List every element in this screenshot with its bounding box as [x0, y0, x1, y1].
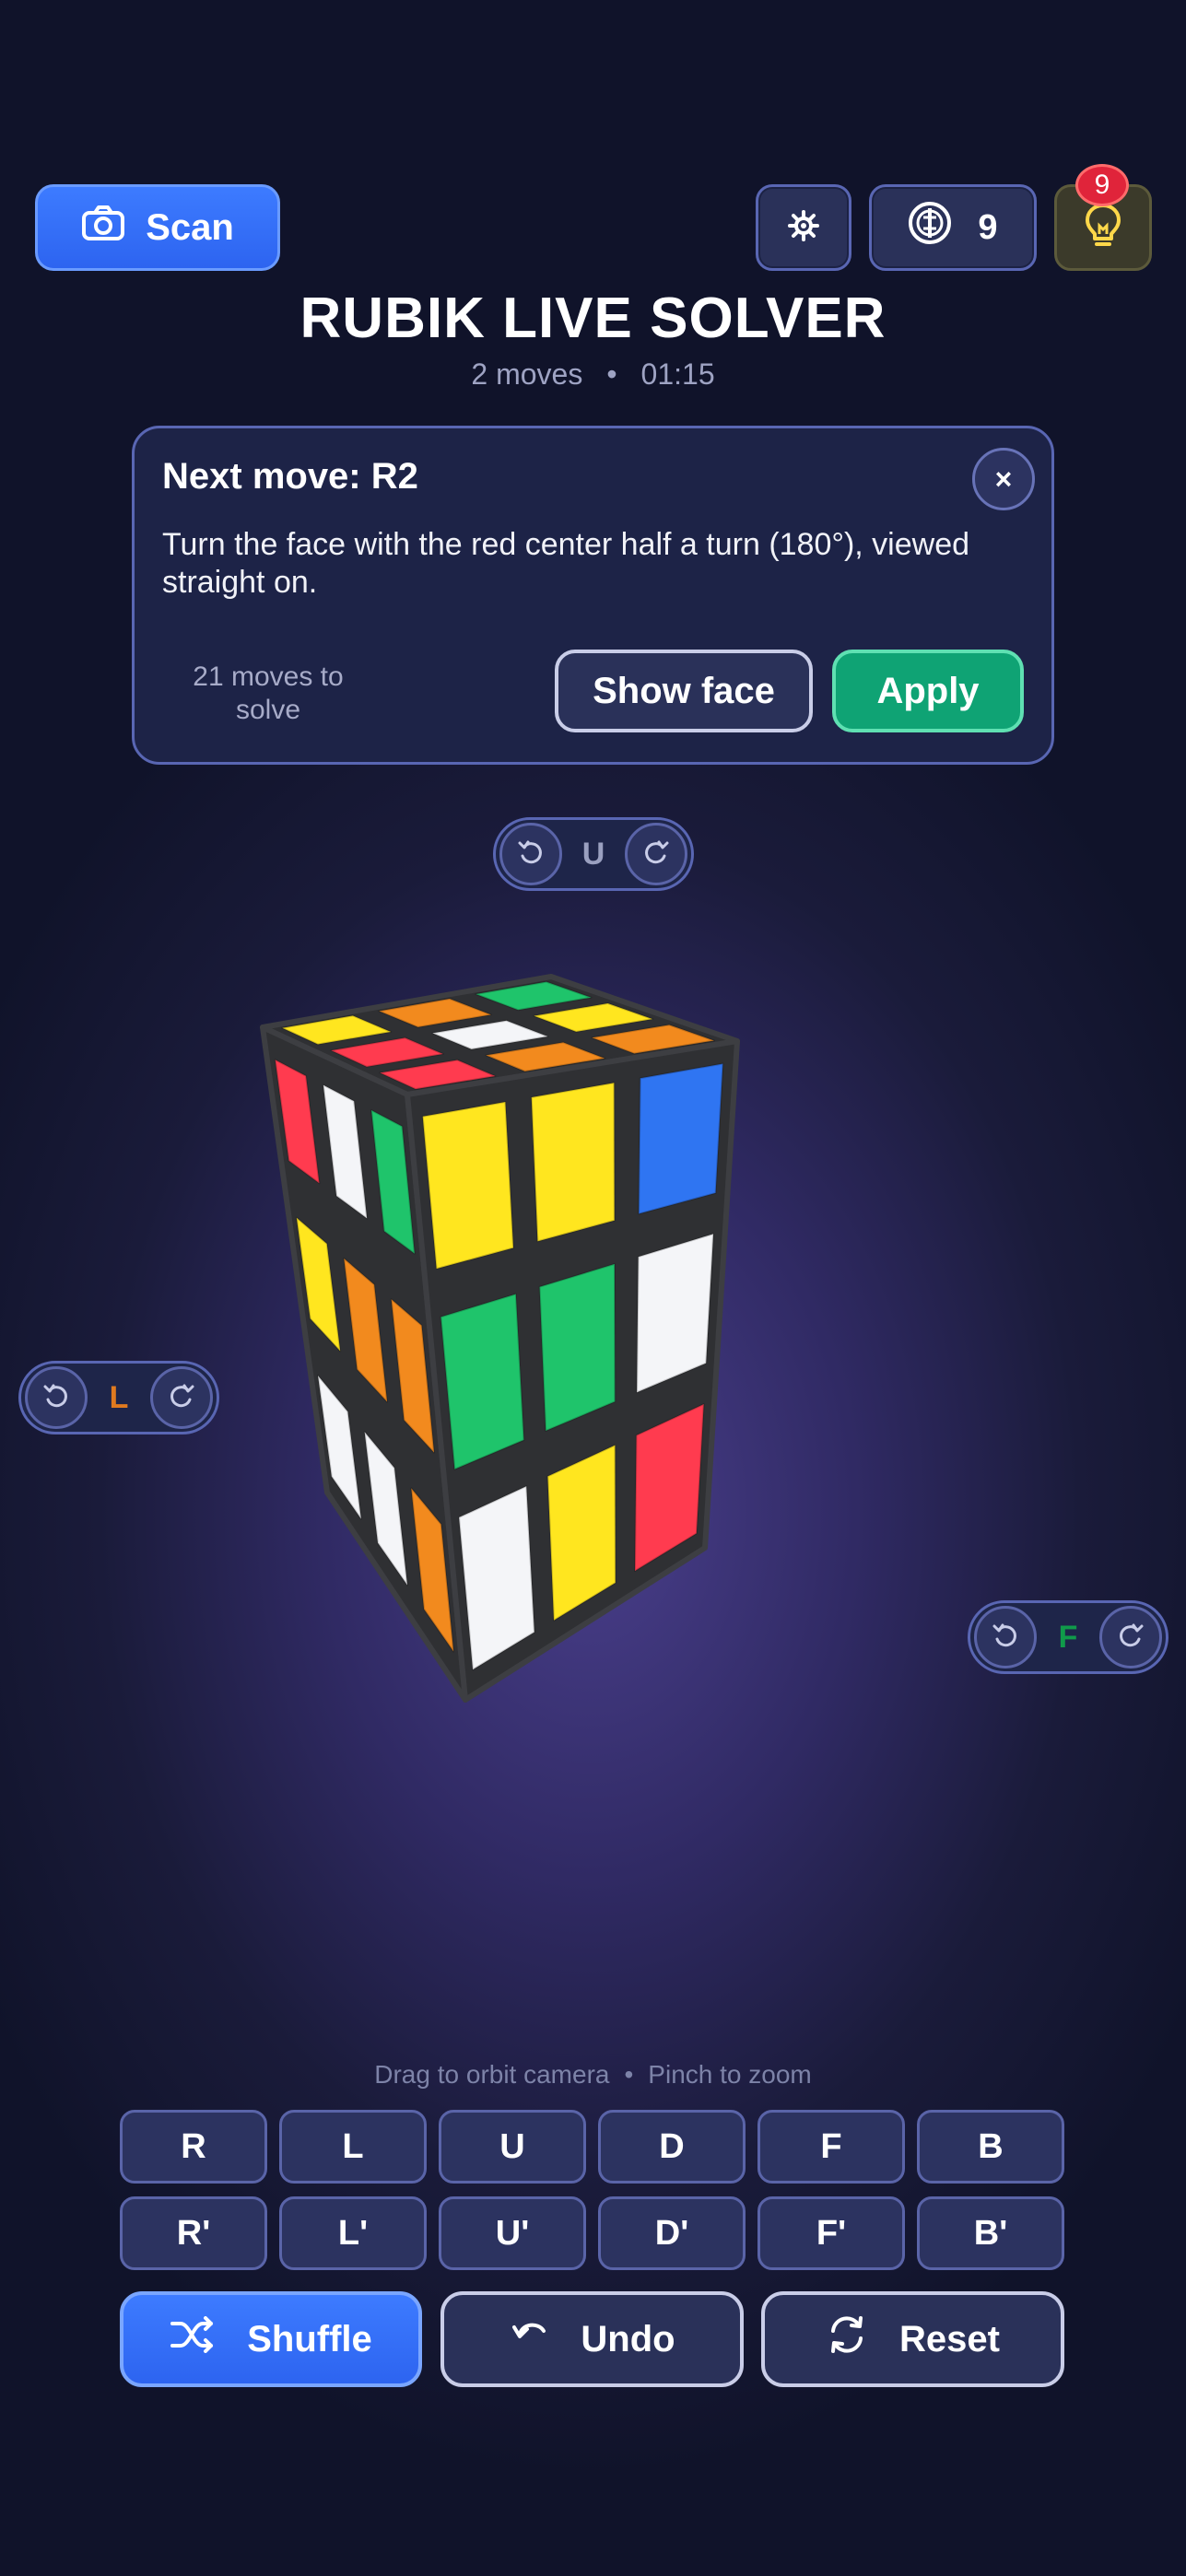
rotate-ccw-button[interactable]: [974, 1606, 1037, 1669]
rotate-cw-button[interactable]: [1099, 1606, 1162, 1669]
move-button-f-prime[interactable]: F': [757, 2196, 905, 2270]
move-count: 2 moves: [471, 357, 583, 391]
undo-icon: [509, 2316, 549, 2362]
reset-button[interactable]: Reset: [761, 2291, 1064, 2387]
rotate-ccw-icon: [42, 1382, 70, 1414]
rotate-cw-button[interactable]: [625, 823, 687, 885]
next-move-card: Next move: R2 × Turn the face with the r…: [132, 426, 1054, 765]
rubiks-cube[interactable]: [240, 958, 977, 1714]
reset-label: Reset: [899, 2318, 1000, 2359]
lightbulb-icon: [1083, 202, 1123, 254]
stats-separator: •: [606, 357, 617, 391]
coins-button[interactable]: 9: [869, 184, 1037, 271]
prime-move-buttons-row: R' L' U' D' F' B': [120, 2196, 1066, 2270]
front-face-label: F: [1058, 1619, 1078, 1655]
shuffle-label: Shuffle: [247, 2318, 372, 2359]
shuffle-button[interactable]: Shuffle: [120, 2291, 422, 2387]
move-button-l[interactable]: L: [279, 2110, 427, 2184]
scan-button[interactable]: Scan: [35, 184, 280, 271]
front-sticker-0-0: [421, 1101, 515, 1270]
show-face-button[interactable]: Show face: [555, 650, 813, 732]
close-button[interactable]: ×: [972, 448, 1035, 510]
moves-to-solve: 21 moves to solve: [193, 662, 344, 725]
move-button-r[interactable]: R: [120, 2110, 267, 2184]
reset-icon: [826, 2313, 868, 2365]
rotate-ccw-button[interactable]: [499, 823, 562, 885]
gear-icon: [788, 209, 819, 246]
game-stats: 2 moves • 01:15: [0, 357, 1186, 392]
up-face-label: U: [581, 836, 605, 872]
hint-count-badge: 9: [1075, 164, 1129, 206]
rotate-ccw-button[interactable]: [25, 1366, 88, 1429]
front-sticker-0-2: [638, 1062, 724, 1215]
move-buttons-row: R L U D F B: [120, 2110, 1066, 2184]
rotate-cw-icon: [168, 1382, 195, 1414]
undo-label: Undo: [581, 2318, 675, 2359]
move-button-u[interactable]: U: [439, 2110, 586, 2184]
pinch-instruction: Pinch to zoom: [648, 2060, 812, 2089]
scan-label: Scan: [146, 206, 234, 248]
rotate-ccw-icon: [517, 838, 545, 871]
move-button-d-prime[interactable]: D': [598, 2196, 746, 2270]
left-face-control: L: [18, 1361, 219, 1434]
move-button-u-prime[interactable]: U': [439, 2196, 586, 2270]
front-face-control: F: [968, 1600, 1168, 1674]
move-button-b-prime[interactable]: B': [917, 2196, 1064, 2270]
shuffle-icon: [170, 2316, 216, 2362]
next-move-title: Next move: R2: [162, 456, 418, 497]
rubiks-cube-view[interactable]: [240, 958, 977, 1714]
move-button-b[interactable]: B: [917, 2110, 1064, 2184]
camera-icon: [81, 205, 125, 251]
coin-icon: [908, 201, 952, 254]
up-face-control: U: [493, 817, 694, 891]
move-button-r-prime[interactable]: R': [120, 2196, 267, 2270]
front-sticker-1-0: [440, 1293, 525, 1470]
rotate-cw-icon: [642, 838, 670, 871]
front-sticker-1-1: [538, 1262, 616, 1433]
gesture-instructions: Drag to orbit camera • Pinch to zoom: [0, 2060, 1186, 2090]
move-button-f[interactable]: F: [757, 2110, 905, 2184]
rotate-ccw-icon: [992, 1622, 1019, 1654]
next-move-description: Turn the face with the red center half a…: [162, 527, 970, 600]
front-sticker-0-1: [530, 1082, 616, 1243]
page-title: RUBIK LIVE SOLVER: [299, 287, 887, 350]
drag-instruction: Drag to orbit camera: [374, 2060, 610, 2089]
instruction-separator: •: [624, 2060, 634, 2089]
left-face-label: L: [109, 1379, 129, 1415]
rotate-cw-button[interactable]: [150, 1366, 213, 1429]
coin-count: 9: [978, 207, 998, 247]
timer: 01:15: [640, 357, 715, 391]
move-button-l-prime[interactable]: L': [279, 2196, 427, 2270]
apply-button[interactable]: Apply: [832, 650, 1024, 732]
move-button-d[interactable]: D: [598, 2110, 746, 2184]
settings-button[interactable]: [756, 184, 851, 271]
undo-button[interactable]: Undo: [440, 2291, 744, 2387]
rotate-cw-icon: [1117, 1622, 1145, 1654]
